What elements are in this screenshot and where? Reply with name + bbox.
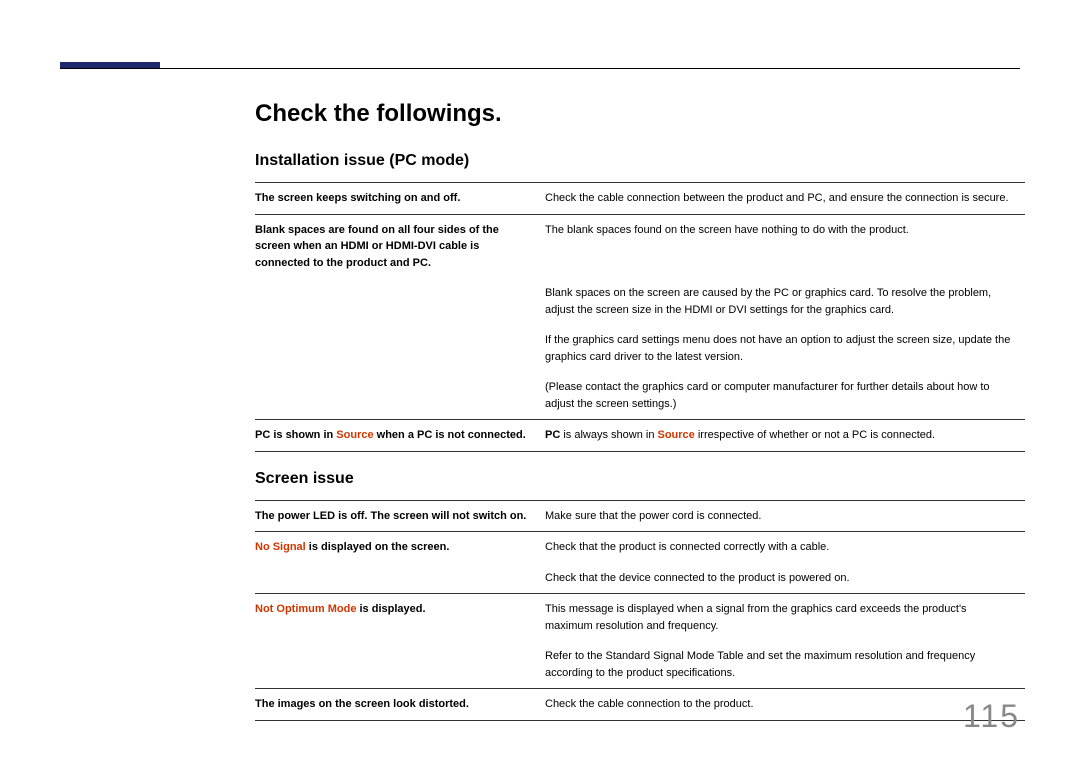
issue-resolution: This message is displayed when a signal … xyxy=(545,594,1025,642)
issue-resolution: Make sure that the power cord is connect… xyxy=(545,500,1025,532)
table-row: Blank spaces are found on all four sides… xyxy=(255,214,1025,278)
table-row: (Please contact the graphics card or com… xyxy=(255,372,1025,420)
issue-resolution: Refer to the Standard Signal Mode Table … xyxy=(545,641,1025,689)
section-heading: Screen issue xyxy=(255,470,1025,488)
issue-symptom xyxy=(255,325,545,372)
text-fragment: irrespective of whether or not a PC is c… xyxy=(695,429,935,441)
highlighted-term: Source xyxy=(336,429,373,441)
issue-symptom: PC is shown in Source when a PC is not c… xyxy=(255,420,545,452)
issue-resolution: The blank spaces found on the screen hav… xyxy=(545,214,1025,278)
issue-resolution: PC is always shown in Source irrespectiv… xyxy=(545,420,1025,452)
table-row: PC is shown in Source when a PC is not c… xyxy=(255,420,1025,452)
table-row: No Signal is displayed on the screen.Che… xyxy=(255,532,1025,563)
table-row: The power LED is off. The screen will no… xyxy=(255,500,1025,532)
text-fragment: is displayed on the screen. xyxy=(306,541,450,553)
issue-symptom xyxy=(255,563,545,594)
issue-table: The screen keeps switching on and off.Ch… xyxy=(255,182,1025,452)
issue-symptom xyxy=(255,278,545,325)
text-fragment: is displayed. xyxy=(356,603,425,615)
issue-symptom: The screen keeps switching on and off. xyxy=(255,183,545,215)
issue-resolution: Check that the device connected to the p… xyxy=(545,563,1025,594)
table-row: The screen keeps switching on and off.Ch… xyxy=(255,183,1025,215)
highlighted-term: Not Optimum Mode xyxy=(255,603,356,615)
issue-symptom: The power LED is off. The screen will no… xyxy=(255,500,545,532)
issue-symptom: Blank spaces are found on all four sides… xyxy=(255,214,545,278)
table-row: Check that the device connected to the p… xyxy=(255,563,1025,594)
table-row: Blank spaces on the screen are caused by… xyxy=(255,278,1025,325)
page-title: Check the followings. xyxy=(255,100,1025,128)
page-content: Check the followings. Installation issue… xyxy=(255,100,1025,721)
bold-term: PC xyxy=(255,429,270,441)
table-row: Not Optimum Mode is displayed.This messa… xyxy=(255,594,1025,642)
issue-symptom xyxy=(255,372,545,420)
top-horizontal-rule xyxy=(60,68,1020,69)
table-row: If the graphics card settings menu does … xyxy=(255,325,1025,372)
issue-symptom: The images on the screen look distorted. xyxy=(255,689,545,721)
issue-symptom: Not Optimum Mode is displayed. xyxy=(255,594,545,642)
issue-resolution: Blank spaces on the screen are caused by… xyxy=(545,278,1025,325)
table-row: The images on the screen look distorted.… xyxy=(255,689,1025,721)
issue-symptom xyxy=(255,641,545,689)
page-number: 115 xyxy=(963,698,1020,735)
issue-table: The power LED is off. The screen will no… xyxy=(255,500,1025,721)
highlighted-term: No Signal xyxy=(255,541,306,553)
section-heading: Installation issue (PC mode) xyxy=(255,152,1025,170)
text-fragment: when a PC is not connected. xyxy=(374,429,526,441)
highlighted-term: Source xyxy=(658,429,695,441)
sections-container: Installation issue (PC mode) The screen k… xyxy=(255,152,1025,721)
table-row: Refer to the Standard Signal Mode Table … xyxy=(255,641,1025,689)
issue-resolution: Check the cable connection to the produc… xyxy=(545,689,1025,721)
issue-resolution: (Please contact the graphics card or com… xyxy=(545,372,1025,420)
text-fragment: is always shown in xyxy=(560,429,657,441)
issue-symptom: No Signal is displayed on the screen. xyxy=(255,532,545,563)
issue-resolution: If the graphics card settings menu does … xyxy=(545,325,1025,372)
text-fragment: is shown in xyxy=(270,429,336,441)
bold-term: PC xyxy=(545,429,560,441)
issue-resolution: Check the cable connection between the p… xyxy=(545,183,1025,215)
issue-resolution: Check that the product is connected corr… xyxy=(545,532,1025,563)
